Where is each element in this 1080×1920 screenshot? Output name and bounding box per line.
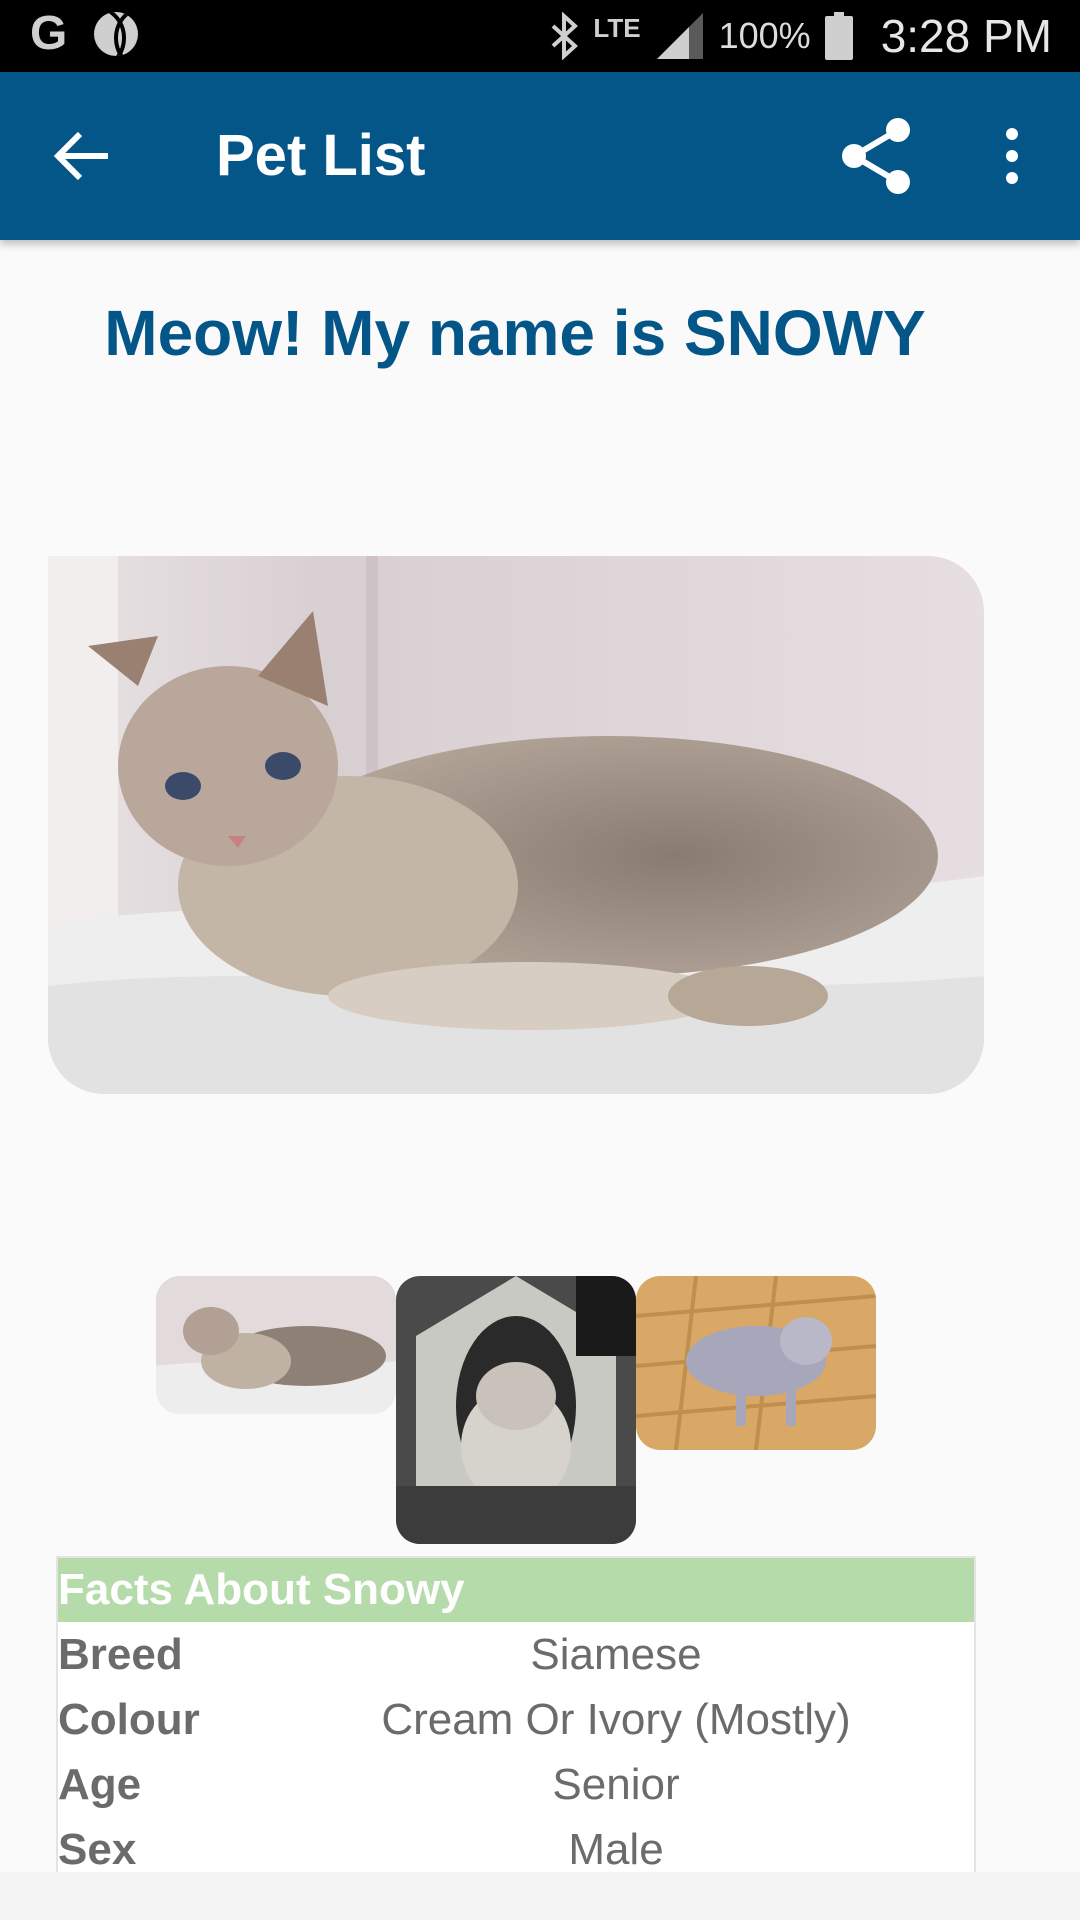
status-right-icons: LTE 100% 3:28 PM — [549, 8, 1052, 64]
lte-label: LTE — [593, 13, 641, 43]
snowy-photo-2 — [396, 1276, 636, 1544]
bottom-edge — [0, 1872, 1080, 1920]
battery-percent: 100% — [718, 15, 811, 56]
pet-headline: Meow! My name is SNOWY — [104, 297, 926, 369]
snowy-photo-1 — [156, 1276, 396, 1414]
gallery-thumbnail[interactable] — [396, 1276, 636, 1544]
app-bar: Pet List — [0, 72, 1080, 240]
sports-ball-icon — [94, 12, 138, 56]
status-bar: G LTE 100% 3:28 PM — [0, 0, 1080, 72]
gallery-thumbnail[interactable] — [156, 1276, 396, 1414]
facts-row-colour: Colour Cream Or Ivory (Mostly) — [58, 1687, 974, 1752]
fact-value: Senior — [552, 1760, 680, 1809]
facts-row-breed: Breed Siamese — [58, 1622, 974, 1687]
battery-icon — [824, 12, 853, 60]
snowy-photo-3 — [636, 1276, 876, 1450]
fact-value: Siamese — [530, 1630, 702, 1679]
cat-photo-image — [48, 556, 984, 1094]
main-pet-photo[interactable] — [48, 556, 984, 1094]
fact-label: Breed — [58, 1630, 183, 1679]
fact-value: Male — [568, 1825, 664, 1872]
fact-label: Age — [58, 1760, 142, 1809]
google-icon: G — [30, 7, 68, 60]
more-vert-icon — [1006, 128, 1018, 184]
fact-value: Cream Or Ivory (Mostly) — [381, 1695, 851, 1744]
facts-header: Facts About Snowy — [58, 1558, 974, 1622]
bluetooth-icon — [549, 12, 579, 60]
gallery-thumbnail[interactable] — [636, 1276, 876, 1450]
facts-row-sex: Sex Male — [58, 1817, 974, 1872]
more-options-button[interactable] — [992, 124, 1032, 188]
fact-label: Colour — [58, 1695, 200, 1744]
share-button[interactable] — [836, 116, 916, 196]
facts-card: Facts About Snowy Breed Siamese Colour C… — [56, 1556, 976, 1872]
page-title: Pet List — [216, 123, 426, 188]
fact-label: Sex — [58, 1825, 137, 1872]
facts-row-age: Age Senior — [58, 1752, 974, 1817]
back-button[interactable] — [50, 124, 114, 188]
signal-strength-icon — [655, 11, 705, 61]
clock: 3:28 PM — [880, 10, 1052, 62]
share-icon — [842, 118, 910, 194]
status-left-icons: G — [30, 7, 138, 60]
back-arrow-icon — [53, 131, 108, 181]
